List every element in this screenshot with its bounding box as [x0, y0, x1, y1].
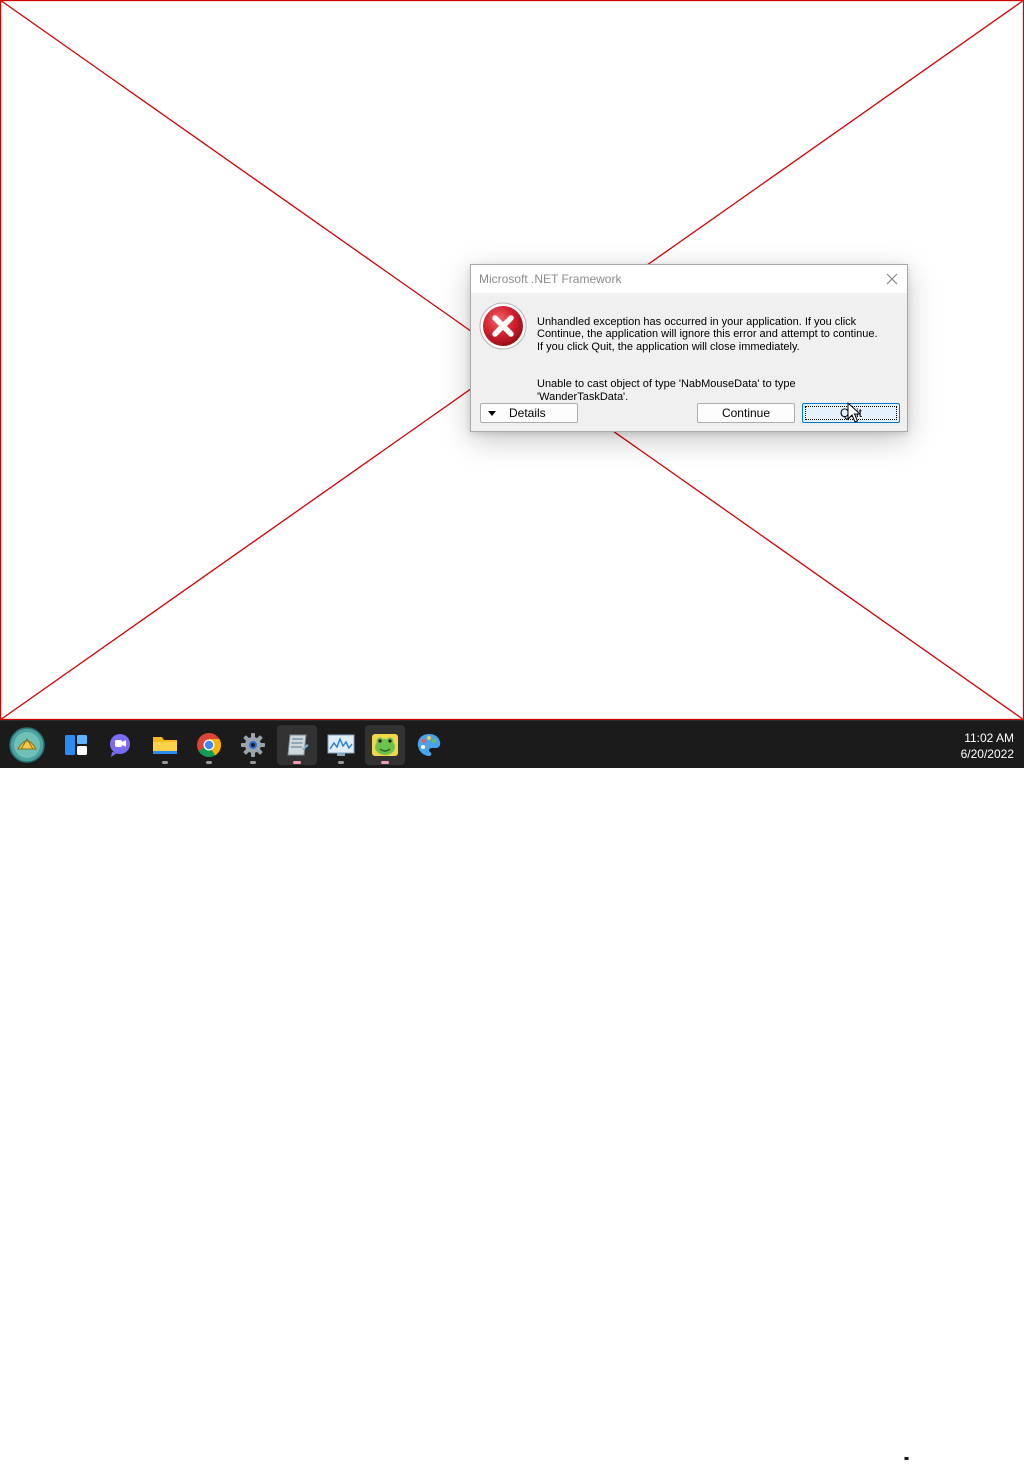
file-explorer-button[interactable] [145, 725, 185, 765]
running-indicator [206, 761, 212, 764]
dialog-titlebar[interactable]: Microsoft .NET Framework [471, 265, 907, 293]
start-shell-icon [9, 727, 45, 763]
keyboard-button[interactable] [861, 1455, 879, 1473]
clock-date: 6/20/2022 [960, 747, 1014, 761]
start-button[interactable] [7, 725, 47, 765]
show-hidden-icons-button[interactable] [834, 1455, 852, 1473]
running-indicator [338, 761, 344, 764]
chat-button[interactable] [100, 725, 140, 765]
chat-icon [110, 734, 130, 757]
resource-monitor-button[interactable] [321, 725, 361, 765]
running-indicator [381, 761, 389, 764]
exception-dialog: Microsoft .NET Framework Unhandled excep… [470, 264, 908, 432]
running-indicator [293, 761, 301, 764]
continue-button-label: Continue [721, 406, 771, 420]
widgets-icon [65, 735, 87, 755]
error-x-icon [479, 302, 527, 350]
document-app-button[interactable] [277, 725, 317, 765]
dialog-body: Unhandled exception has occurred in your… [471, 293, 907, 431]
resource-monitor-icon [327, 734, 355, 756]
file-explorer-icon [153, 737, 177, 754]
frog-game-button[interactable] [365, 725, 405, 765]
chevron-up-icon [837, 1461, 849, 1468]
mouse-cursor-icon [847, 402, 861, 423]
chrome-icon [197, 733, 222, 758]
paint-icon [417, 734, 441, 756]
close-icon [886, 273, 898, 285]
taskbar-clock[interactable]: 11:02 AM 6/20/2022 [940, 730, 1014, 762]
settings-button[interactable] [233, 725, 273, 765]
chrome-button[interactable] [189, 725, 229, 765]
close-button[interactable] [881, 268, 903, 290]
details-button[interactable]: Details [480, 403, 578, 423]
clock-time: 11:02 AM [964, 731, 1014, 745]
taskbar: 11:02 AM 6/20/2022 [0, 720, 1024, 1472]
app-document-icon [287, 734, 309, 756]
widgets-button[interactable] [56, 725, 96, 765]
keyboard-icon [861, 1458, 879, 1470]
error-message: Unhandled exception has occurred in your… [537, 303, 897, 416]
volume-button[interactable] [918, 1455, 936, 1473]
paint-button[interactable] [409, 725, 449, 765]
error-message-text: Unhandled exception has occurred in your… [537, 315, 878, 353]
running-indicator [250, 761, 256, 764]
dialog-title: Microsoft .NET Framework [479, 272, 622, 286]
volume-icon [919, 1456, 934, 1472]
details-button-label: Details [509, 406, 546, 420]
continue-button[interactable]: Continue [697, 403, 795, 423]
error-detail-text: Unable to cast object of type 'NabMouseD… [537, 377, 796, 403]
running-indicator [162, 761, 168, 764]
network-button[interactable] [892, 1455, 910, 1473]
frog-game-icon [372, 734, 398, 756]
caret-down-icon [488, 411, 496, 416]
settings-icon [241, 733, 265, 757]
network-icon [892, 1456, 910, 1472]
